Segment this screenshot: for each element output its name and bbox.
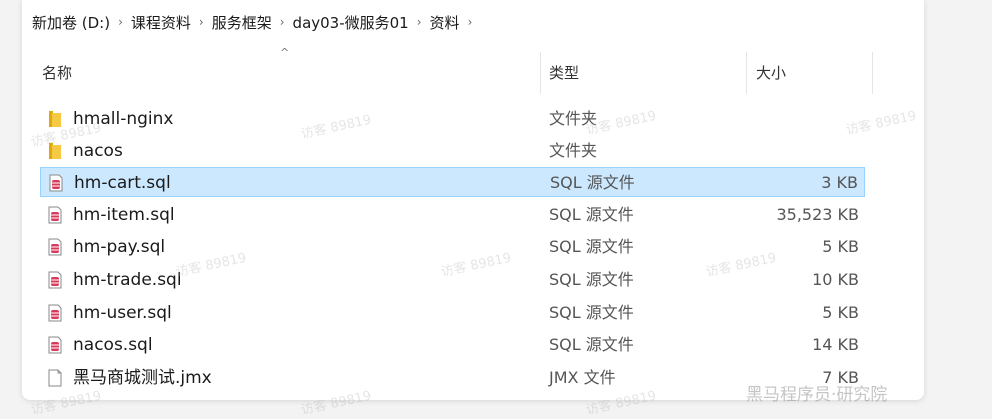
list-item[interactable]: nacos.sql SQL 源文件 14 KB (40, 330, 865, 360)
file-size: 5 KB (822, 237, 859, 256)
sql-file-icon (48, 238, 62, 256)
column-header-name[interactable]: 名称 (42, 60, 72, 86)
column-divider[interactable] (540, 52, 541, 94)
folder-icon (49, 143, 61, 159)
breadcrumb-item-drive[interactable]: 新加卷 (D:) (30, 12, 112, 33)
file-type: 文件夹 (549, 141, 598, 160)
file-name: nacos.sql (73, 335, 153, 355)
list-item[interactable]: hm-item.sql SQL 源文件 35,523 KB (40, 200, 865, 230)
list-item-selected[interactable]: hm-cart.sql SQL 源文件 3 KB (40, 167, 865, 197)
breadcrumb-separator-icon: › (416, 15, 422, 29)
sql-file-icon (48, 271, 62, 289)
file-name: 黑马商城测试.jmx (73, 368, 212, 388)
file-type: SQL 源文件 (549, 205, 634, 224)
file-size: 5 KB (822, 303, 859, 322)
file-type: 文件夹 (549, 109, 598, 128)
list-item[interactable]: nacos 文件夹 (40, 136, 865, 166)
file-type: SQL 源文件 (549, 270, 634, 289)
column-divider[interactable] (746, 52, 747, 94)
file-type: SQL 源文件 (549, 237, 634, 256)
file-name: hm-item.sql (73, 205, 175, 225)
sql-file-icon (48, 206, 62, 224)
list-item[interactable]: hm-trade.sql SQL 源文件 10 KB (40, 265, 865, 295)
folder-icon (49, 111, 61, 127)
list-item[interactable]: hmall-nginx 文件夹 (40, 104, 865, 134)
sql-file-icon (49, 174, 63, 192)
column-header-type[interactable]: 类型 (549, 60, 579, 86)
file-name: hmall-nginx (73, 109, 174, 129)
list-item[interactable]: 黑马商城测试.jmx JMX 文件 7 KB (40, 363, 865, 393)
file-name: hm-cart.sql (74, 173, 171, 193)
file-type: SQL 源文件 (549, 303, 634, 322)
file-type: JMX 文件 (549, 368, 616, 387)
file-type: SQL 源文件 (549, 335, 634, 354)
sort-ascending-icon: ^ (280, 46, 290, 59)
file-type: SQL 源文件 (550, 173, 635, 192)
file-name: hm-trade.sql (73, 270, 182, 290)
breadcrumb-separator-icon: › (198, 15, 204, 29)
breadcrumb-item-materials[interactable]: 资料 (428, 12, 462, 33)
file-size: 35,523 KB (776, 205, 859, 224)
sql-file-icon (48, 336, 62, 354)
breadcrumb-separator-icon: › (279, 15, 285, 29)
brand-watermark: 黑马程序员·研究院 (746, 385, 888, 405)
file-size: 3 KB (821, 173, 858, 192)
file-name: nacos (73, 141, 123, 161)
list-item[interactable]: hm-pay.sql SQL 源文件 5 KB (40, 232, 865, 262)
breadcrumb-item-day03[interactable]: day03-微服务01 (291, 12, 411, 33)
column-divider[interactable] (872, 52, 873, 94)
breadcrumb: 新加卷 (D:) › 课程资料 › 服务框架 › day03-微服务01 › 资… (30, 10, 478, 34)
sql-file-icon (48, 304, 62, 322)
file-name: hm-user.sql (73, 303, 172, 323)
breadcrumb-item-course[interactable]: 课程资料 (129, 12, 193, 33)
list-item[interactable]: hm-user.sql SQL 源文件 5 KB (40, 298, 865, 328)
breadcrumb-separator-icon: › (118, 15, 123, 29)
file-explorer-window: 新加卷 (D:) › 课程资料 › 服务框架 › day03-微服务01 › 资… (22, 0, 924, 400)
file-name: hm-pay.sql (73, 237, 166, 257)
file-size: 10 KB (812, 270, 859, 289)
column-header-row: ^ 名称 类型 大小 (22, 44, 924, 102)
file-size: 14 KB (812, 335, 859, 354)
blank-file-icon (48, 369, 62, 387)
breadcrumb-separator-icon[interactable]: › (468, 15, 473, 29)
column-header-size[interactable]: 大小 (756, 60, 786, 86)
breadcrumb-item-framework[interactable]: 服务框架 (210, 12, 274, 33)
